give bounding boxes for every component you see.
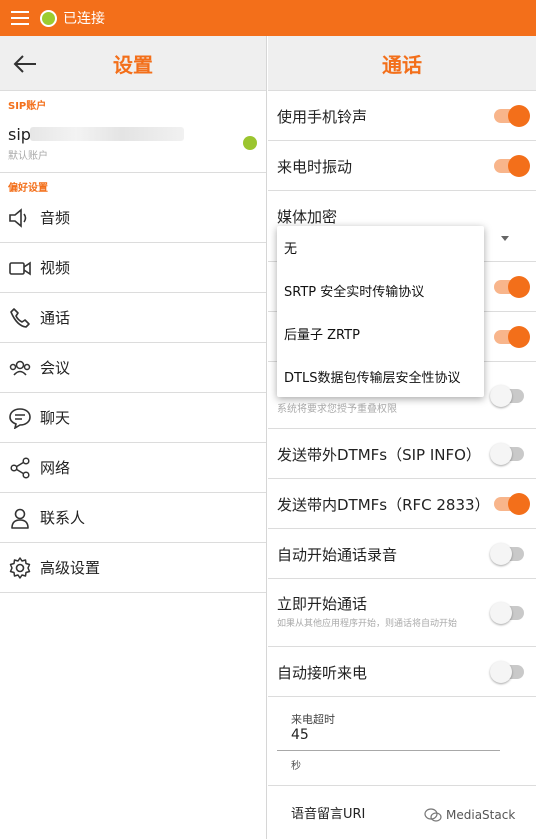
nav-item-label: 聊天 <box>40 409 71 427</box>
settings-menu-pane: 设置 SIP账户 sip 默认账户 偏好设置 音频 视频 通话 会议 聊天 网络… <box>0 36 267 839</box>
timeout-input-underline <box>277 750 500 751</box>
call-settings-pane: 通话 使用手机铃声 来电时振动 媒体加密 系统将要求您授予重叠权限 发送带外DT… <box>268 36 536 839</box>
top-status-bar: 已连接 <box>0 0 536 36</box>
group-icon <box>0 343 40 393</box>
incoming-timeout-row[interactable]: 来电超时 45 秒 <box>268 697 536 786</box>
account-subtitle: 默认账户 <box>8 151 48 162</box>
nav-item-contacts[interactable]: 联系人 <box>0 493 266 543</box>
start-call-now-row[interactable]: 立即开始通话 如果从其他应用程序开始，则通话将自动开始 <box>268 579 536 647</box>
back-arrow-icon[interactable] <box>10 49 40 79</box>
watermark-text: MediaStack <box>446 808 516 822</box>
media-encryption-dropdown: 无 SRTP 安全实时传输协议 后量子 ZRTP DTLS数据包传输层安全性协议 <box>277 226 484 397</box>
auto-record-toggle[interactable] <box>490 543 524 565</box>
row-label: 使用手机铃声 <box>277 108 368 126</box>
auto-answer-toggle[interactable] <box>490 661 524 683</box>
nav-item-label: 音频 <box>40 209 71 227</box>
nav-item-label: 联系人 <box>40 509 86 527</box>
dropdown-arrow-icon[interactable] <box>501 236 509 241</box>
row-label: 发送带外DTMFs（SIP INFO） <box>277 446 481 464</box>
vibrate-row[interactable]: 来电时振动 <box>268 141 536 191</box>
row-label: 语音留言URI <box>291 807 366 822</box>
row-label: 媒体加密 <box>277 208 338 226</box>
dtmf-rfc2833-row[interactable]: 发送带内DTMFs（RFC 2833） <box>268 479 536 529</box>
dtmf-sip-info-row[interactable]: 发送带外DTMFs（SIP INFO） <box>268 429 536 479</box>
timeout-field-label: 来电超时 <box>291 713 335 726</box>
timeout-unit: 秒 <box>291 761 301 772</box>
auto-record-row[interactable]: 自动开始通话录音 <box>268 529 536 579</box>
dropdown-option-srtp[interactable]: SRTP 安全实时传输协议 <box>277 269 484 312</box>
account-address-redacted <box>30 127 184 141</box>
dropdown-option-none[interactable]: 无 <box>277 226 484 269</box>
nav-item-label: 视频 <box>40 259 71 277</box>
preferences-section-label: 偏好设置 <box>8 183 48 194</box>
nav-item-audio[interactable]: 音频 <box>0 193 266 243</box>
nav-item-network[interactable]: 网络 <box>0 443 266 493</box>
watermark: MediaStack <box>424 808 515 822</box>
gear-icon <box>0 543 40 593</box>
row-label: 自动开始通话录音 <box>277 546 398 564</box>
sip-account-section[interactable]: SIP账户 sip 默认账户 <box>0 91 266 173</box>
nav-item-chat[interactable]: 聊天 <box>0 393 266 443</box>
timeout-input[interactable]: 45 <box>291 727 309 743</box>
connection-status-text: 已连接 <box>63 11 105 27</box>
start-call-now-toggle[interactable] <box>490 602 524 624</box>
sip-section-label: SIP账户 <box>8 101 47 112</box>
settings-header: 设置 <box>0 36 266 91</box>
overlay-toggle[interactable] <box>490 385 524 407</box>
menu-icon[interactable] <box>0 0 40 36</box>
auto-answer-row[interactable]: 自动接听来电 <box>268 647 536 697</box>
row-subtitle: 如果从其他应用程序开始，则通话将自动开始 <box>277 619 458 629</box>
call-settings-header: 通话 <box>268 36 536 91</box>
nav-item-label: 通话 <box>40 309 71 327</box>
hidden-setting-toggle-2[interactable] <box>494 326 530 348</box>
account-name: sip <box>8 125 31 144</box>
nav-item-conference[interactable]: 会议 <box>0 343 266 393</box>
row-subtitle: 系统将要求您授予重叠权限 <box>277 404 397 415</box>
dtmf-sip-info-toggle[interactable] <box>490 443 524 465</box>
dtmf-rfc2833-toggle[interactable] <box>494 493 530 515</box>
wechat-icon <box>424 808 442 822</box>
use-ringtone-toggle[interactable] <box>494 105 530 127</box>
hidden-setting-toggle-1[interactable] <box>494 276 530 298</box>
row-label: 自动接听来电 <box>277 664 368 682</box>
account-registered-dot <box>243 136 257 150</box>
vibrate-toggle[interactable] <box>494 155 530 177</box>
row-label: 来电时振动 <box>277 158 353 176</box>
use-ringtone-row[interactable]: 使用手机铃声 <box>268 91 536 141</box>
phone-icon <box>0 293 40 343</box>
nav-item-label: 高级设置 <box>40 559 101 577</box>
nav-item-video[interactable]: 视频 <box>0 243 266 293</box>
nav-item-label: 会议 <box>40 359 71 377</box>
chat-bubble-icon <box>0 393 40 443</box>
nav-item-label: 网络 <box>40 459 71 477</box>
call-settings-title: 通话 <box>382 52 422 77</box>
nav-item-calls[interactable]: 通话 <box>0 293 266 343</box>
speaker-icon <box>0 193 40 243</box>
dropdown-option-zrtp[interactable]: 后量子 ZRTP <box>277 312 484 355</box>
row-label: 立即开始通话 <box>277 595 368 613</box>
row-label: 发送带内DTMFs（RFC 2833） <box>277 496 490 514</box>
share-icon <box>0 443 40 493</box>
connection-status-dot <box>40 9 57 27</box>
dropdown-option-dtls[interactable]: DTLS数据包传输层安全性协议 <box>277 355 484 398</box>
video-camera-icon <box>0 243 40 293</box>
nav-item-advanced[interactable]: 高级设置 <box>0 543 266 593</box>
person-icon <box>0 493 40 543</box>
